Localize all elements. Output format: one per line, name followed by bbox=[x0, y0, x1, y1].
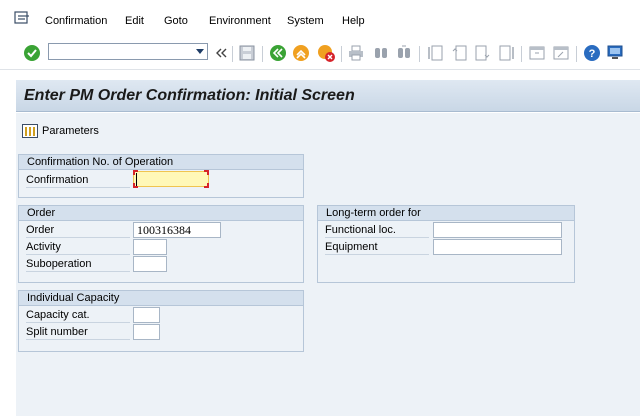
suboperation-field[interactable] bbox=[133, 256, 167, 272]
cancel-icon[interactable] bbox=[317, 44, 335, 62]
first-page-icon[interactable] bbox=[426, 44, 444, 62]
last-page-icon[interactable] bbox=[498, 44, 516, 62]
previous-page-icon[interactable] bbox=[450, 44, 468, 62]
command-field[interactable] bbox=[48, 43, 208, 60]
green-back-icon[interactable] bbox=[269, 44, 287, 62]
equipment-label: Equipment bbox=[325, 239, 429, 255]
order-field[interactable]: 100316384 bbox=[133, 222, 221, 238]
split-number-field[interactable] bbox=[133, 324, 160, 340]
menu-environment[interactable]: Environment bbox=[209, 15, 271, 27]
svg-text:?: ? bbox=[589, 48, 596, 60]
help-icon[interactable]: ? bbox=[583, 44, 601, 62]
functional-loc-field[interactable] bbox=[433, 222, 562, 238]
text-cursor bbox=[136, 173, 137, 186]
menu-goto[interactable]: Goto bbox=[164, 15, 188, 27]
confirmation-field[interactable] bbox=[133, 171, 209, 187]
parameters-button[interactable]: Parameters bbox=[22, 122, 99, 140]
parameters-label: Parameters bbox=[42, 125, 99, 137]
long-term-order-group-header: Long-term order for bbox=[318, 206, 574, 221]
save-icon[interactable] bbox=[238, 44, 256, 62]
parameters-icon bbox=[22, 124, 38, 138]
confirmation-label: Confirmation bbox=[26, 172, 130, 188]
menu-help[interactable]: Help bbox=[342, 15, 365, 27]
back-double-chevron-icon[interactable] bbox=[214, 44, 228, 62]
order-label: Order bbox=[26, 222, 130, 238]
capacity-cat-field[interactable] bbox=[133, 307, 160, 323]
order-group-header: Order bbox=[19, 206, 303, 221]
page-title: Enter PM Order Confirmation: Initial Scr… bbox=[24, 87, 355, 104]
confirmation-group-header: Confirmation No. of Operation bbox=[19, 155, 303, 170]
split-number-label: Split number bbox=[26, 324, 130, 340]
menu-system[interactable]: System bbox=[287, 15, 324, 27]
system-menu-icon[interactable] bbox=[14, 11, 30, 25]
create-session-icon[interactable] bbox=[528, 44, 546, 62]
menu-bar: Confirmation Edit Goto Environment Syste… bbox=[0, 0, 640, 38]
individual-capacity-group-header: Individual Capacity bbox=[19, 291, 303, 306]
find-next-icon[interactable] bbox=[395, 44, 413, 62]
suboperation-label: Suboperation bbox=[26, 256, 130, 272]
next-page-icon[interactable] bbox=[474, 44, 492, 62]
command-field-dropdown-icon[interactable] bbox=[196, 49, 204, 54]
menu-confirmation[interactable]: Confirmation bbox=[45, 15, 107, 27]
customize-layout-icon[interactable] bbox=[606, 44, 624, 62]
menu-edit[interactable]: Edit bbox=[125, 15, 144, 27]
capacity-cat-label: Capacity cat. bbox=[26, 307, 130, 323]
equipment-field[interactable] bbox=[433, 239, 562, 255]
activity-label: Activity bbox=[26, 239, 130, 255]
exit-icon[interactable] bbox=[292, 44, 310, 62]
find-icon[interactable] bbox=[372, 44, 390, 62]
activity-field[interactable] bbox=[133, 239, 167, 255]
shortcut-icon[interactable] bbox=[552, 44, 570, 62]
enter-icon[interactable] bbox=[23, 44, 41, 62]
title-bar: Enter PM Order Confirmation: Initial Scr… bbox=[16, 80, 640, 112]
functional-loc-label: Functional loc. bbox=[325, 222, 429, 238]
print-icon[interactable] bbox=[347, 44, 365, 62]
